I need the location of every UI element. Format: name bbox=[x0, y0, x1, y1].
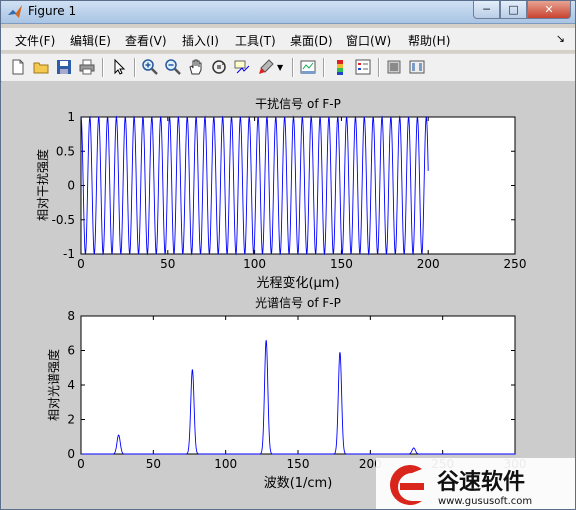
link-plot-icon[interactable] bbox=[299, 58, 317, 76]
show-plot-tools-icon[interactable] bbox=[408, 58, 426, 76]
x-tick-label: 150 bbox=[287, 457, 310, 471]
y-tick-label: 0.5 bbox=[56, 144, 75, 158]
toolbar: ▼ bbox=[1, 53, 575, 82]
axes-2-xlabel: 波数(1/cm) bbox=[264, 476, 333, 491]
zoom-out-icon[interactable] bbox=[164, 58, 182, 76]
minimize-button[interactable]: ─ bbox=[473, 1, 500, 19]
y-tick-label: 0 bbox=[67, 447, 75, 461]
x-tick-label: 200 bbox=[417, 257, 440, 271]
y-tick-label: 4 bbox=[67, 378, 75, 392]
axes-2-box bbox=[80, 315, 516, 455]
axes-2-title: 光谱信号 of F-P bbox=[255, 296, 341, 310]
y-tick-label: 1 bbox=[67, 110, 75, 124]
colorbar-icon[interactable] bbox=[331, 58, 349, 76]
menu-window[interactable]: 窗口(W) bbox=[346, 32, 391, 49]
menu-view[interactable]: 查看(V) bbox=[125, 32, 167, 49]
brush-icon[interactable] bbox=[257, 58, 275, 76]
rotate-3d-icon[interactable] bbox=[210, 58, 228, 76]
watermark-url: www.gususoft.com bbox=[438, 496, 532, 507]
figure-window: Figure 1 ─ □ ✕ 文件(F) 编辑(E) 查看(V) 插入(I) 工… bbox=[0, 0, 576, 510]
menu-bar: 文件(F) 编辑(E) 查看(V) 插入(I) 工具(T) 桌面(D) 窗口(W… bbox=[1, 28, 575, 50]
x-tick-label: 250 bbox=[504, 257, 527, 271]
maximize-button[interactable]: □ bbox=[500, 1, 527, 19]
x-tick-label: 0 bbox=[77, 457, 85, 471]
hide-plot-tools-icon[interactable] bbox=[385, 58, 403, 76]
x-tick-label: 0 bbox=[77, 257, 85, 271]
legend-icon[interactable] bbox=[354, 58, 372, 76]
title-bar[interactable]: Figure 1 ─ □ ✕ bbox=[1, 1, 575, 24]
window-title: Figure 1 bbox=[28, 4, 77, 18]
menu-tools[interactable]: 工具(T) bbox=[235, 32, 276, 49]
y-tick-label: 8 bbox=[67, 309, 75, 323]
y-tick-label: 2 bbox=[67, 413, 75, 427]
y-tick-label: 0 bbox=[67, 179, 75, 193]
x-tick-label: 150 bbox=[330, 257, 353, 271]
zoom-in-icon[interactable] bbox=[141, 58, 159, 76]
menu-help[interactable]: 帮助(H) bbox=[408, 32, 450, 49]
y-tick-label: -1 bbox=[63, 247, 75, 261]
axes-1-ylabel: 相对干扰强度 bbox=[35, 149, 50, 221]
axes-1-title: 干扰信号 of F-P bbox=[255, 97, 341, 111]
y-tick-label: -0.5 bbox=[52, 213, 75, 227]
arrow-select-icon[interactable] bbox=[110, 58, 128, 76]
menu-edit[interactable]: 编辑(E) bbox=[70, 32, 111, 49]
open-folder-icon[interactable] bbox=[32, 58, 50, 76]
axes-1-xlabel: 光程变化(μm) bbox=[256, 275, 339, 291]
x-tick-label: 50 bbox=[146, 457, 161, 471]
x-tick-label: 100 bbox=[243, 257, 266, 271]
print-icon[interactable] bbox=[78, 58, 96, 76]
save-icon[interactable] bbox=[55, 58, 73, 76]
close-button[interactable]: ✕ bbox=[527, 1, 571, 19]
data-cursor-icon[interactable] bbox=[233, 58, 251, 76]
menu-desktop[interactable]: 桌面(D) bbox=[290, 32, 333, 49]
matlab-icon bbox=[8, 5, 22, 18]
axes-2-ylabel: 相对光谱强度 bbox=[46, 349, 61, 421]
figure-canvas: 0 50 100 150 200 250 -1 -0.5 0 0.5 1 干扰信号 of F-P 光… bbox=[2, 81, 575, 509]
menu-file[interactable]: 文件(F) bbox=[15, 32, 55, 49]
dock-arrow-icon[interactable]: ↘ bbox=[556, 32, 565, 45]
new-file-icon[interactable] bbox=[9, 58, 27, 76]
x-tick-label: 50 bbox=[160, 257, 175, 271]
brush-dropdown-icon[interactable]: ▼ bbox=[277, 63, 285, 81]
pan-hand-icon[interactable] bbox=[187, 58, 205, 76]
x-tick-label: 100 bbox=[214, 457, 237, 471]
watermark-logo: 谷速软件 www.gususoft.com bbox=[376, 458, 575, 509]
plots-svg: 0 50 100 150 200 250-1-0.500.51 干扰信号 of F-P 光… bbox=[35, 97, 575, 509]
y-tick-label: 6 bbox=[67, 344, 75, 358]
menu-insert[interactable]: 插入(I) bbox=[182, 32, 219, 49]
watermark-text: 谷速软件 bbox=[437, 469, 525, 495]
